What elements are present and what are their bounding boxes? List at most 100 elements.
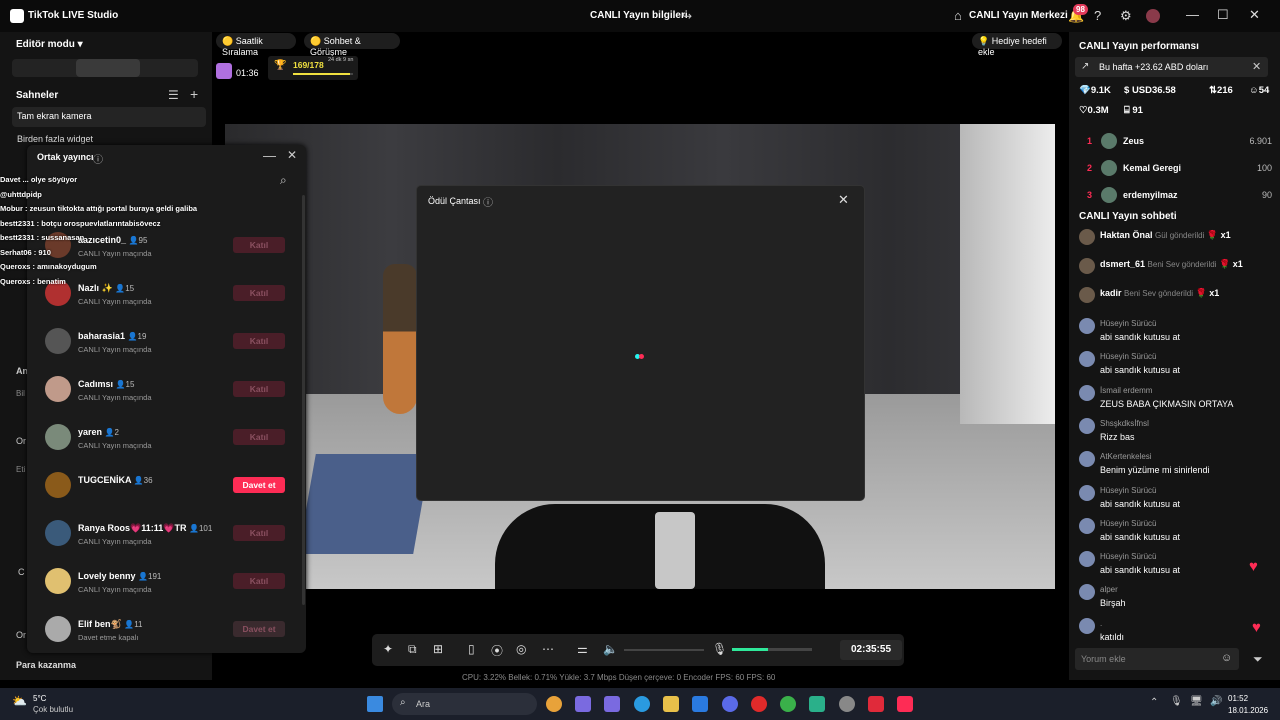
chat-call-label: Sohbet & Görüşme bbox=[310, 36, 361, 57]
cohost-action-button[interactable]: Katıl bbox=[233, 237, 285, 253]
live-center-link[interactable]: CANLI Yayın Merkezi bbox=[969, 10, 1068, 21]
progress-note: 24 dk 9 sn bbox=[328, 57, 354, 63]
chrome-icon[interactable] bbox=[546, 696, 562, 712]
cohost-action-button[interactable]: Katıl bbox=[233, 525, 285, 541]
minimize-icon[interactable]: — bbox=[1186, 7, 1199, 22]
opera-icon[interactable] bbox=[751, 696, 767, 712]
gift-sender-name: Haktan Önal bbox=[1100, 230, 1153, 240]
app-icon[interactable] bbox=[604, 696, 620, 712]
add-source-icon[interactable]: ⊞ bbox=[433, 642, 443, 656]
editor-mode-label: Editör modu bbox=[16, 39, 75, 50]
editor-mode-dropdown[interactable]: Editör modu ▾ bbox=[16, 39, 83, 50]
cohost-row: Ranya Roos💗11:11💗TR 👤101 CANLI Yayın maç… bbox=[45, 513, 299, 553]
mail-icon[interactable] bbox=[692, 696, 708, 712]
viewer-count-value: 15 bbox=[125, 380, 135, 389]
right-panel: CANLI Yayın performansı ↗ Bu hafta +23.6… bbox=[1069, 32, 1280, 680]
filter-icon[interactable]: ⏷ bbox=[1253, 652, 1263, 667]
home-icon[interactable]: ⌂ bbox=[954, 8, 962, 23]
phone-icon[interactable]: ▯ bbox=[468, 642, 475, 656]
monetization-item[interactable]: Para kazanma bbox=[16, 660, 76, 670]
avatar bbox=[1079, 451, 1095, 468]
ranking-row[interactable]: 1 Zeus 6.901 bbox=[1087, 133, 1272, 151]
search-box[interactable]: ⌕ Ara bbox=[392, 693, 537, 715]
viewer-count-value: 2 bbox=[114, 428, 119, 437]
chat-text: Benim yüzüme mi sinirlendi bbox=[1100, 465, 1210, 476]
speaker-volume-slider[interactable] bbox=[624, 649, 704, 651]
search-icon[interactable]: ⌕ bbox=[280, 173, 287, 188]
hourly-ranking-button[interactable]: 🟡 Saatlik Sıralama bbox=[216, 33, 296, 57]
record-icon[interactable]: ⦿ bbox=[491, 642, 503, 659]
speaker-icon[interactable]: 🔈 bbox=[603, 642, 618, 656]
chat-call-button[interactable]: 🟡 Sohbet & Görüşme bbox=[304, 33, 400, 57]
cohost-action-button[interactable]: Katıl bbox=[233, 333, 285, 349]
cohost-status: CANLI Yayın maçında bbox=[78, 393, 152, 402]
tiktok-icon[interactable] bbox=[897, 696, 913, 712]
close-icon[interactable]: ✕ bbox=[1252, 60, 1261, 73]
gear-icon[interactable]: ⚙ bbox=[1120, 8, 1132, 24]
mic-tray-icon[interactable]: 🎙 bbox=[1170, 696, 1183, 707]
avatar bbox=[1079, 551, 1095, 568]
close-icon[interactable]: ✕ bbox=[287, 148, 297, 162]
cohost-status: CANLI Yayın maçında bbox=[78, 345, 152, 354]
cohost-status: CANLI Yayın maçında bbox=[78, 441, 152, 450]
cohost-title: Ortak yayıncı bbox=[37, 152, 94, 162]
help-icon[interactable]: ⓘ bbox=[483, 194, 493, 209]
youtube-icon[interactable] bbox=[868, 696, 884, 712]
help-icon[interactable]: ⓘ bbox=[93, 151, 103, 166]
cohost-action-button[interactable]: Katıl bbox=[233, 573, 285, 589]
mic-volume-slider[interactable] bbox=[732, 648, 812, 651]
app-icon[interactable] bbox=[809, 696, 825, 712]
magic-wand-icon[interactable]: ✦ bbox=[383, 642, 393, 656]
network-icon[interactable]: 🖥 bbox=[1190, 696, 1203, 707]
scrollbar[interactable] bbox=[302, 195, 305, 605]
effects-icon[interactable]: ⧉ bbox=[408, 642, 417, 657]
avatar[interactable] bbox=[1146, 9, 1160, 23]
cohost-action-button[interactable]: Katıl bbox=[233, 381, 285, 397]
title-bar: TikTok LIVE Studio CANLI Yayın bilgileri… bbox=[0, 0, 1280, 32]
avatar bbox=[45, 376, 71, 402]
gift-goal-button[interactable]: 💡 Hediye hedefi ekle bbox=[972, 33, 1062, 57]
volume-icon[interactable]: 🔊 bbox=[1210, 696, 1222, 707]
add-scene-icon[interactable]: + bbox=[190, 86, 198, 102]
layout-landscape[interactable] bbox=[76, 59, 140, 77]
cohost-name: TUGCENİKA 👤36 bbox=[78, 475, 153, 485]
help-icon[interactable]: ? bbox=[1094, 8, 1101, 23]
windows-start-icon[interactable] bbox=[367, 696, 383, 712]
camera-switch-icon[interactable]: ◎ bbox=[516, 642, 526, 656]
emoji-icon[interactable]: ☺ bbox=[1221, 652, 1232, 664]
ranking-row[interactable]: 2 Kemal Geregi 100 bbox=[1087, 160, 1272, 178]
chat-message: Hüseyin Sürücü abi sandık kutusu at bbox=[1079, 318, 1269, 348]
avatar bbox=[1101, 133, 1117, 149]
scene-item-widgets[interactable]: Birden fazla widget bbox=[17, 134, 93, 144]
cohost-status: Davet etme kapalı bbox=[78, 633, 139, 642]
folder-icon[interactable] bbox=[663, 696, 679, 712]
cohost-action-button[interactable]: Davet et bbox=[233, 477, 285, 493]
minimize-icon[interactable]: — bbox=[263, 148, 276, 163]
cohost-action-button[interactable]: Katıl bbox=[233, 429, 285, 445]
more-icon[interactable]: ⋯ bbox=[542, 642, 554, 656]
cut-label-2: Bil bbox=[16, 389, 25, 398]
share-icon[interactable]: ↪ bbox=[682, 9, 692, 23]
chrome-icon[interactable] bbox=[780, 696, 796, 712]
discord-icon[interactable] bbox=[722, 696, 738, 712]
teams-icon[interactable] bbox=[575, 696, 591, 712]
close-icon[interactable]: ✕ bbox=[838, 192, 849, 208]
chat-text: abi sandık kutusu at bbox=[1100, 332, 1181, 342]
cohost-action-button[interactable]: Davet et bbox=[233, 621, 285, 637]
chat-username: Hüseyin Sürücü bbox=[1100, 518, 1157, 528]
close-icon[interactable]: ✕ bbox=[1249, 7, 1260, 23]
edge-icon[interactable] bbox=[634, 696, 650, 712]
app-icon[interactable] bbox=[839, 696, 855, 712]
tray-chevron-icon[interactable]: ⌃ bbox=[1150, 697, 1158, 708]
cohost-action-button[interactable]: Katıl bbox=[233, 285, 285, 301]
list-icon[interactable]: ☰ bbox=[168, 88, 179, 102]
settings-sliders-icon[interactable]: ⚌ bbox=[577, 642, 588, 656]
ranking-row[interactable]: 3 erdemyilmaz 90 bbox=[1087, 187, 1272, 205]
cut-label-5: C bbox=[18, 567, 25, 577]
live-info-title[interactable]: CANLI Yayın bilgileri bbox=[590, 10, 688, 21]
gift-sender: Haktan Önal Gül gönderildi 🌹 x1 bbox=[1100, 230, 1231, 241]
comment-input[interactable]: Yorum ekle ☺ bbox=[1075, 648, 1239, 670]
maximize-icon[interactable]: ☐ bbox=[1217, 7, 1229, 23]
microphone-icon[interactable]: 🎙 bbox=[712, 642, 727, 656]
chat-username: Hüseyin Sürücü bbox=[1100, 552, 1157, 562]
